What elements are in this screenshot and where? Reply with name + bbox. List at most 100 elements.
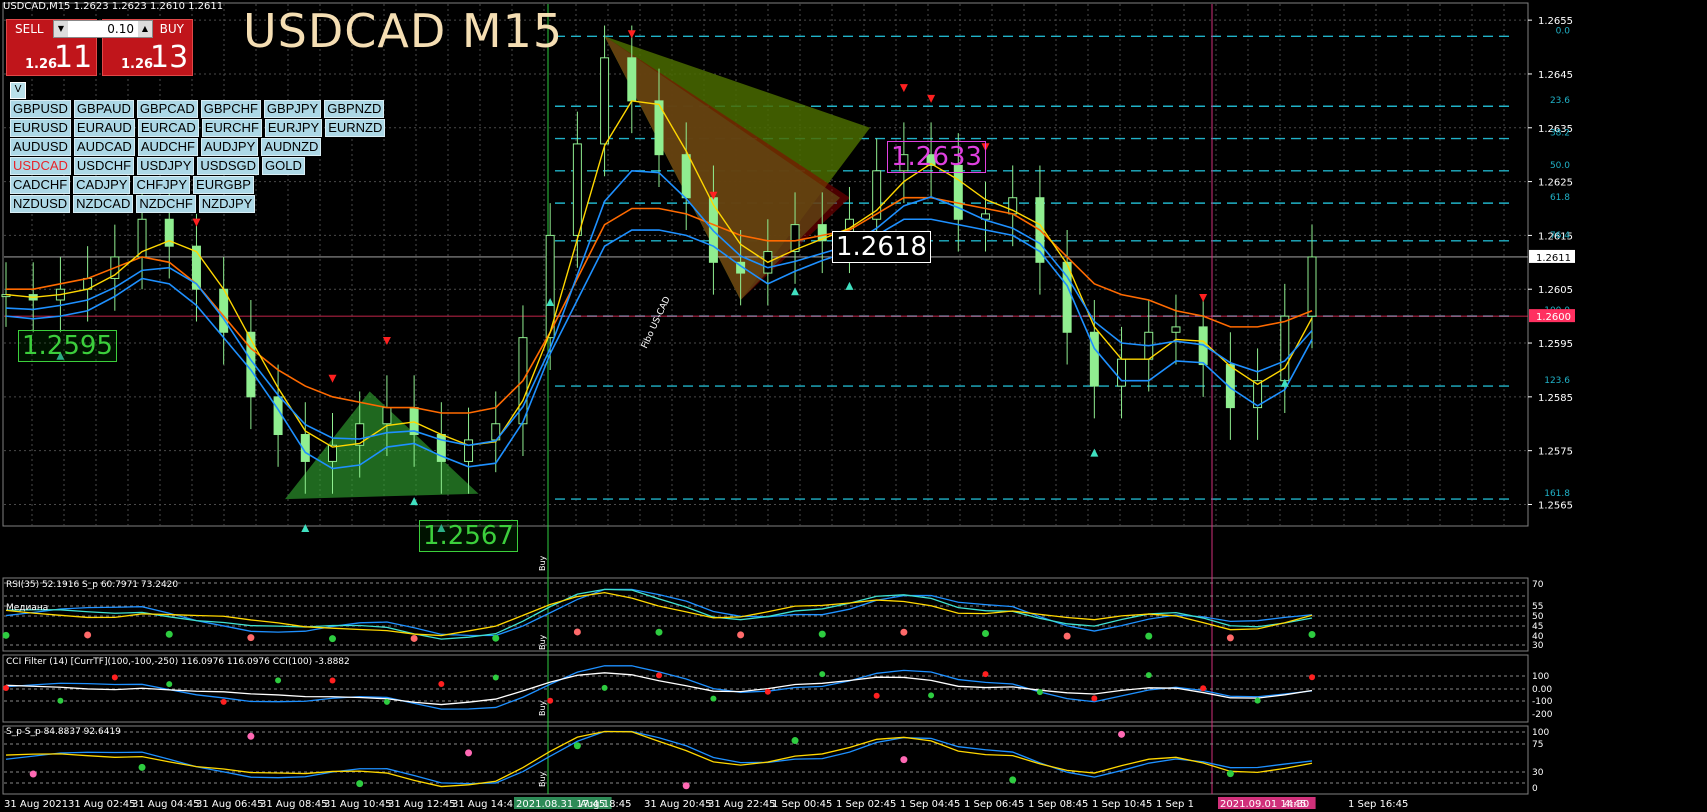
symbol-button-usdcad[interactable]: USDCAD	[10, 157, 71, 175]
symbol-button-gbpchf[interactable]: GBPCHF	[200, 100, 261, 118]
rsi-panel-frame	[2, 577, 1529, 652]
rsi-signal-dot	[737, 631, 745, 639]
x-tick-label: 1 Sep 02:45	[836, 799, 896, 810]
symbol-button-eurnzd[interactable]: EURNZD	[325, 119, 386, 137]
pattern-triangle-left	[285, 391, 479, 500]
x-tick-label: 1 Sep 1	[1156, 799, 1194, 810]
symbol-switcher: GBPUSD GBPAUD GBPCAD GBPCHF GBPJPY GBPNZD EURU…	[10, 100, 388, 214]
symbol-button-eurusd[interactable]: EURUSD	[10, 119, 71, 137]
symbol-button-usdsgd[interactable]: USDSGD	[197, 157, 259, 175]
sell-signal-arrow	[1199, 293, 1208, 302]
lot-size-value[interactable]: 0.10	[107, 22, 134, 36]
rsi-signal-dot	[1226, 634, 1234, 642]
rsi-signal-dot	[329, 635, 336, 643]
symbol-button-usdjpy[interactable]: USDJPY	[137, 157, 195, 175]
fib-level-label: 123.6	[1544, 376, 1570, 386]
buy-signal-arrow	[845, 281, 854, 290]
symbol-button-gbpnzd[interactable]: GBPNZD	[324, 100, 385, 118]
symbol-button-audchf[interactable]: AUDCHF	[137, 138, 198, 156]
symbol-button-gbpusd[interactable]: GBPUSD	[10, 100, 71, 118]
cci-signal-dot	[492, 674, 499, 681]
x-tick-label: 1 Sep 06:45	[964, 799, 1024, 810]
symbol-button-audcad[interactable]: AUDCAD	[73, 138, 135, 156]
candle-body	[681, 154, 691, 199]
sell-signal-arrow	[328, 374, 337, 383]
rsi-signal-dot	[410, 634, 418, 642]
symbol-button-usdchf[interactable]: USDCHF	[73, 157, 135, 175]
rsi-signal-dot	[84, 631, 92, 639]
lot-size-stepper[interactable]: ▼ 0.10 ▲	[53, 20, 153, 38]
symbol-button-audjpy[interactable]: AUDJPY	[200, 138, 259, 156]
level-price-text: 1.2600	[1536, 312, 1571, 323]
buy-signal-arrow	[791, 287, 800, 296]
stoch-axis-label: 75	[1532, 740, 1543, 750]
symbol-button-audnzd[interactable]: AUDNZD	[261, 138, 322, 156]
symbol-button-eurcad[interactable]: EURCAD	[137, 119, 199, 137]
symbol-button-gbpaud[interactable]: GBPAUD	[73, 100, 134, 118]
rsi-signal-dot	[165, 630, 173, 638]
stoch-axis-label: 100	[1532, 728, 1549, 738]
symbol-button-euraud[interactable]: EURAUD	[73, 119, 135, 137]
rsi-signal-dot	[1308, 630, 1316, 638]
lot-increase-icon[interactable]: ▲	[138, 21, 152, 37]
symbol-button-eurgbp[interactable]: EURGBP	[193, 176, 254, 194]
chart-symbol-title: USDCAD M15	[243, 4, 564, 58]
symbol-button-cadjpy[interactable]: CADJPY	[73, 176, 131, 194]
cci-signal-dot	[329, 677, 336, 684]
candle-body	[273, 396, 283, 436]
symbol-button-gold[interactable]: GOLD	[262, 157, 305, 175]
cci-signal-dot	[438, 680, 445, 687]
rsi-axis-label: 45	[1532, 622, 1543, 632]
symbol-button-nzdcad[interactable]: NZDCAD	[73, 195, 134, 213]
pairs-toggle-button[interactable]: V	[10, 82, 26, 99]
x-tick-label: 4:45	[1284, 799, 1306, 810]
symbol-button-nzdjpy[interactable]: NZDJPY	[198, 195, 256, 213]
stoch-panel-frame	[2, 725, 1529, 795]
stoch-signal-dot	[900, 756, 908, 764]
symbol-button-gbpjpy[interactable]: GBPJPY	[263, 100, 322, 118]
cci-axis-label: -200	[1532, 710, 1553, 720]
y-tick-label: 1.2575	[1538, 447, 1573, 458]
cci-signal-dot	[275, 677, 282, 684]
rsi-panel-label: RSI(35) 52.1916 S_p 60.7971 73.2420	[6, 580, 179, 590]
stoch-signal-dot	[682, 782, 690, 790]
candle-body	[1307, 256, 1317, 317]
symbol-button-cadchf[interactable]: CADCHF	[10, 176, 71, 194]
symbol-button-gbpcad[interactable]: GBPCAD	[136, 100, 198, 118]
candle-body	[790, 224, 800, 253]
symbol-button-eurchf[interactable]: EURCHF	[201, 119, 262, 137]
y-tick-label: 1.2585	[1538, 393, 1573, 404]
cci-signal-dot	[1200, 685, 1207, 692]
lot-decrease-icon[interactable]: ▼	[54, 21, 68, 37]
symbol-button-eurjpy[interactable]: EURJPY	[264, 119, 323, 137]
rsi-signal-dot	[573, 628, 581, 636]
cci-signal-dot	[764, 688, 771, 695]
x-tick-label: 1 Sep 00:45	[772, 799, 832, 810]
symbol-button-nzdchf[interactable]: NZDCHF	[136, 195, 196, 213]
buy-signal-arrow	[1090, 448, 1099, 457]
symbol-button-chfjpy[interactable]: CHFJPY	[133, 176, 191, 194]
price-label-4: 1.2618	[832, 231, 931, 263]
x-tick-label: 1 Sep 04:45	[900, 799, 960, 810]
x-tick-label: 1 Sep 10:45	[1092, 799, 1152, 810]
symbol-button-nzdusd[interactable]: NZDUSD	[10, 195, 71, 213]
x-tick-label: 1 Sep 16:45	[1348, 799, 1408, 810]
rsi-axis-label: 50	[1532, 612, 1544, 622]
stoch-signal-dot	[247, 732, 255, 740]
current-price-text: 1.2611	[1536, 253, 1571, 264]
x-tick-label: 31 Aug 02:45	[68, 799, 135, 810]
symbol-button-audusd[interactable]: AUDUSD	[10, 138, 71, 156]
price-label-2: 1.2567	[419, 520, 518, 552]
fib-level-label: 161.8	[1544, 489, 1570, 499]
cci-signal-dot	[819, 671, 826, 678]
cci-signal-dot	[166, 681, 173, 688]
stoch-signal-dot	[356, 780, 364, 788]
y-tick-label: 1.2625	[1538, 178, 1573, 189]
x-tick-label: 31 Aug 22:45	[708, 799, 775, 810]
candle-body	[572, 143, 582, 236]
candle-body	[600, 57, 610, 145]
rsi-signal-dot	[1145, 632, 1153, 640]
stoch-signal-dot	[29, 770, 37, 778]
y-tick-label: 1.2565	[1538, 500, 1573, 511]
stoch-signal-dot	[1009, 776, 1017, 784]
